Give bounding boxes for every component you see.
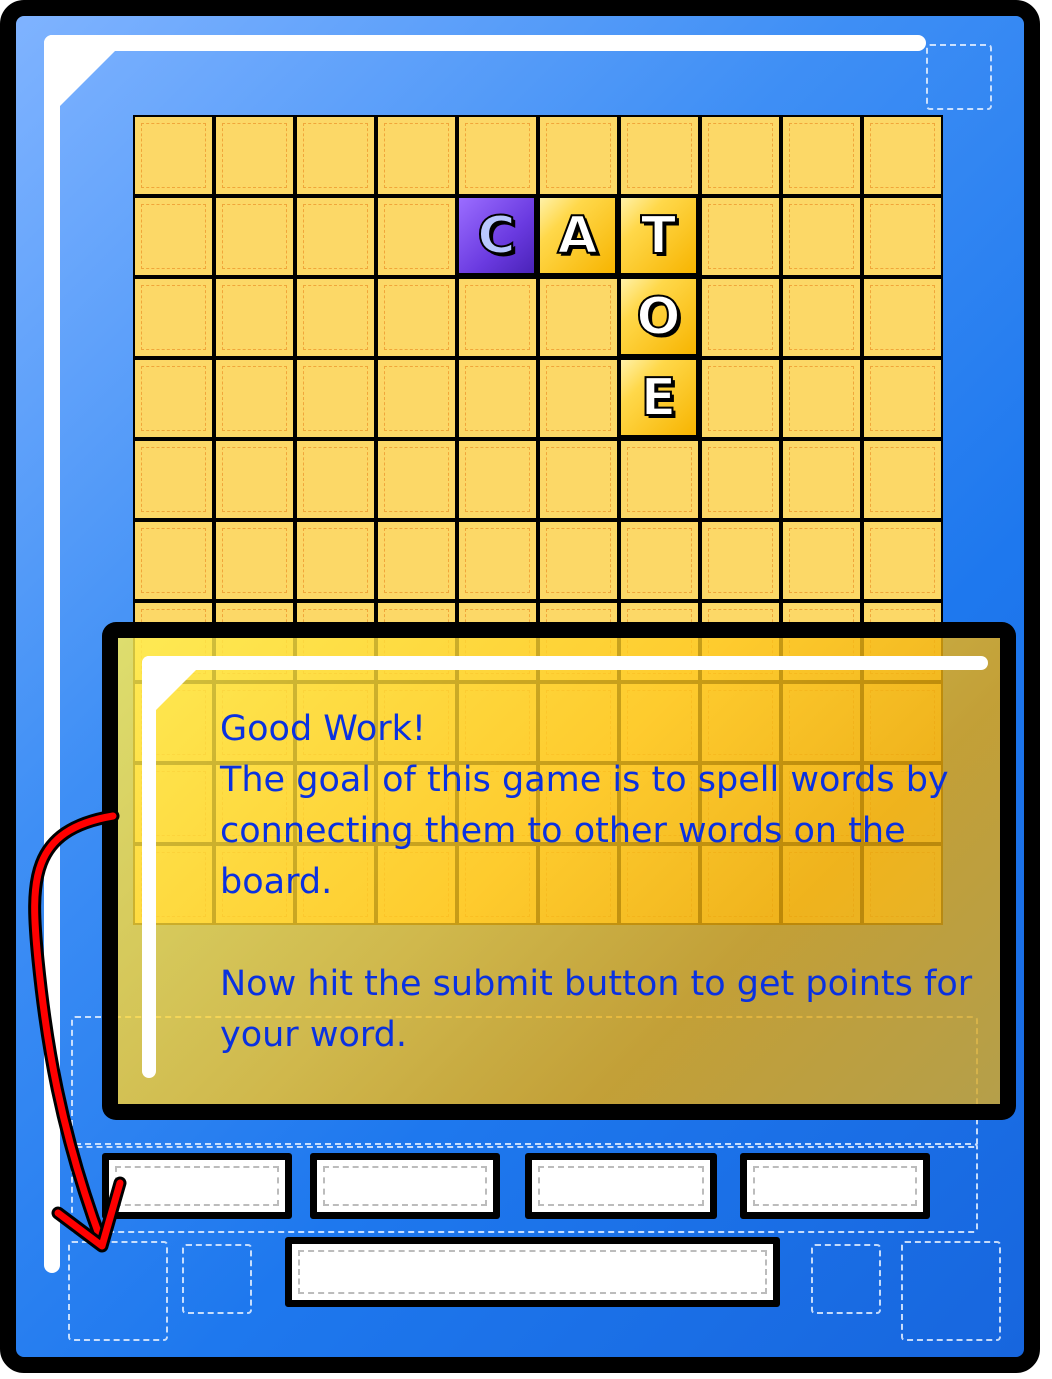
board-cell[interactable] <box>862 439 943 520</box>
frame-highlight-top <box>44 35 926 51</box>
board-cell[interactable] <box>295 196 376 277</box>
board-cell[interactable] <box>133 115 214 196</box>
dialog-highlight-top <box>142 656 988 670</box>
deco-box <box>68 1241 168 1341</box>
board-cell[interactable] <box>133 520 214 601</box>
board-cell[interactable] <box>214 115 295 196</box>
tile-letter: A <box>556 205 598 267</box>
board-cell[interactable] <box>214 520 295 601</box>
board-cell[interactable] <box>457 358 538 439</box>
tile-letter: T <box>640 205 678 267</box>
dialog-highlight-left <box>142 656 156 1078</box>
board-cell[interactable] <box>295 277 376 358</box>
board-cell[interactable] <box>781 520 862 601</box>
board-cell[interactable] <box>862 520 943 601</box>
board-cell[interactable] <box>700 358 781 439</box>
tile-letter: O <box>635 286 681 348</box>
board-cell[interactable] <box>376 439 457 520</box>
board-cell[interactable] <box>376 196 457 277</box>
deco-box <box>182 1244 252 1314</box>
tutorial-text: Good Work! The goal of this game is to s… <box>220 704 980 1061</box>
board-cell[interactable] <box>457 439 538 520</box>
board-cell[interactable] <box>214 439 295 520</box>
board-cell[interactable] <box>700 439 781 520</box>
board-cell[interactable] <box>700 277 781 358</box>
board-cell[interactable] <box>295 520 376 601</box>
board-cell[interactable] <box>376 358 457 439</box>
board-cell[interactable] <box>781 358 862 439</box>
dialog-highlight-corner <box>156 670 196 710</box>
board-cell[interactable] <box>700 196 781 277</box>
board-cell[interactable] <box>457 277 538 358</box>
board-cell[interactable] <box>214 277 295 358</box>
board-cell[interactable] <box>700 115 781 196</box>
board-cell[interactable] <box>619 115 700 196</box>
word-slot-4[interactable] <box>740 1153 930 1219</box>
board-cell[interactable] <box>538 439 619 520</box>
board-cell[interactable] <box>862 196 943 277</box>
tutorial-submit-hint: Now hit the submit button to get points … <box>220 964 973 1055</box>
tile-letter: E <box>640 367 678 429</box>
letter-tile-c[interactable]: C <box>457 196 538 277</box>
board-cell[interactable] <box>538 520 619 601</box>
board-cell[interactable] <box>295 439 376 520</box>
board-cell[interactable] <box>619 520 700 601</box>
deco-box <box>926 44 992 110</box>
tile-letter: C <box>476 205 516 267</box>
board-cell[interactable] <box>133 439 214 520</box>
submit-button[interactable] <box>285 1237 780 1307</box>
deco-box <box>811 1244 881 1314</box>
board-cell[interactable] <box>619 439 700 520</box>
board-cell[interactable] <box>133 196 214 277</box>
board-cell[interactable] <box>781 277 862 358</box>
word-slot-1[interactable] <box>102 1153 292 1219</box>
frame-highlight-left <box>44 35 60 1273</box>
board-cell[interactable] <box>133 277 214 358</box>
tutorial-goal-text: The goal of this game is to spell words … <box>220 760 949 902</box>
frame-highlight-corner <box>60 51 115 106</box>
letter-tile-a[interactable]: A <box>538 196 619 277</box>
board-cell[interactable] <box>376 115 457 196</box>
board-cell[interactable] <box>538 115 619 196</box>
tutorial-dialog: Good Work! The goal of this game is to s… <box>102 622 1016 1120</box>
letter-tile-t[interactable]: T <box>619 196 700 277</box>
board-cell[interactable] <box>457 520 538 601</box>
tutorial-heading: Good Work! <box>220 709 426 749</box>
board-cell[interactable] <box>295 358 376 439</box>
board-cell[interactable] <box>457 115 538 196</box>
deco-box <box>901 1241 1001 1341</box>
letter-tile-e[interactable]: E <box>619 358 700 439</box>
board-cell[interactable] <box>862 358 943 439</box>
board-cell[interactable] <box>538 358 619 439</box>
board-cell[interactable] <box>700 520 781 601</box>
board-cell[interactable] <box>538 277 619 358</box>
board-cell[interactable] <box>133 358 214 439</box>
board-cell[interactable] <box>781 115 862 196</box>
board-cell[interactable] <box>376 277 457 358</box>
board-cell[interactable] <box>376 520 457 601</box>
board-cell[interactable] <box>295 115 376 196</box>
board-cell[interactable] <box>862 277 943 358</box>
board-cell[interactable] <box>781 196 862 277</box>
board-cell[interactable] <box>214 358 295 439</box>
word-slot-2[interactable] <box>310 1153 500 1219</box>
board-cell[interactable] <box>781 439 862 520</box>
board-cell[interactable] <box>214 196 295 277</box>
word-slot-3[interactable] <box>525 1153 717 1219</box>
letter-tile-o[interactable]: O <box>619 277 700 358</box>
board-cell[interactable] <box>862 115 943 196</box>
